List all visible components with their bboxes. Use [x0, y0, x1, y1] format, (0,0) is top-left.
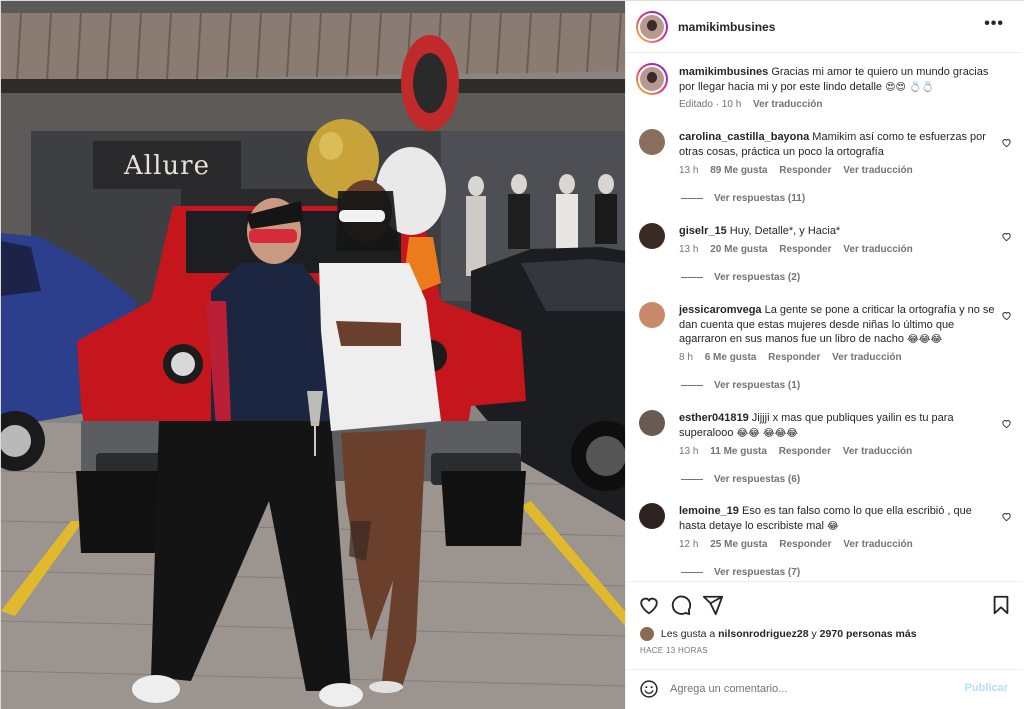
- commenter-avatar[interactable]: [639, 410, 665, 436]
- reply-button[interactable]: Responder: [768, 352, 820, 363]
- replies-line: [681, 384, 703, 386]
- comment-emojis-end: 😂😂😂: [762, 427, 798, 439]
- view-replies-label: Ver respuestas (7): [714, 567, 801, 578]
- reply-button[interactable]: Responder: [779, 165, 831, 176]
- view-replies-button[interactable]: Ver respuestas (6): [681, 474, 800, 485]
- comment-likes[interactable]: 20 Me gusta: [710, 244, 767, 255]
- comment-meta: 13 h 11 Me gusta Responder Ver traducció…: [679, 446, 921, 457]
- view-replies-label: Ver respuestas (6): [714, 474, 801, 485]
- post-photo[interactable]: Allure: [1, 1, 625, 709]
- commenter-avatar[interactable]: [639, 129, 665, 155]
- author-username[interactable]: mamikimbusines: [678, 20, 775, 34]
- replies-line: [681, 197, 703, 199]
- comment-like-icon[interactable]: [1001, 137, 1012, 148]
- likes-others[interactable]: 2970 personas más: [820, 628, 917, 640]
- comments-list[interactable]: mamikimbusines Gracias mi amor te quiero…: [626, 53, 1022, 581]
- likes-prefix: Les gusta a: [660, 627, 716, 640]
- comment-meta: 12 h 25 Me gusta Responder Ver traducció…: [679, 539, 922, 550]
- commenter-username[interactable]: giselr_15: [679, 225, 727, 237]
- comment-time: 13 h: [679, 446, 699, 457]
- comment-emojis: 😂😂😂: [907, 334, 943, 345]
- comment-text: esther041819 Jijjji x mas que publiques …: [679, 411, 995, 441]
- commenter-username[interactable]: lemoine_19: [679, 505, 739, 517]
- translate-link[interactable]: Ver traducción: [843, 539, 912, 550]
- view-replies-button[interactable]: Ver respuestas (2): [681, 272, 800, 283]
- comment-body: Huy, Detalle*, y Hacia*: [729, 225, 841, 237]
- commenter-avatar[interactable]: [639, 503, 665, 529]
- liker-username[interactable]: nilsonrodriguez28: [718, 628, 808, 640]
- caption-edited: Editado · 10 h: [679, 99, 742, 110]
- post-header: mamikimbusines •••: [626, 1, 1022, 53]
- comment-text: giselr_15 Huy, Detalle*, y Hacia*: [679, 224, 995, 239]
- caption-translate-link[interactable]: Ver traducción: [753, 99, 822, 110]
- reply-button[interactable]: Responder: [779, 539, 831, 550]
- comment-likes[interactable]: 89 Me gusta: [710, 165, 767, 176]
- post-actions: Les gusta a nilsonrodriguez28 y 2970 per…: [626, 581, 1022, 669]
- likes-summary[interactable]: Les gusta a nilsonrodriguez28 y 2970 per…: [640, 627, 917, 641]
- replies-line: [681, 478, 703, 480]
- view-replies-button[interactable]: Ver respuestas (11): [681, 193, 805, 204]
- heart-icon[interactable]: [638, 594, 660, 616]
- share-icon[interactable]: [702, 594, 724, 616]
- author-avatar[interactable]: [636, 11, 668, 43]
- comment-meta: 8 h 6 Me gusta Responder Ver traducción: [679, 352, 911, 363]
- comment-likes[interactable]: 6 Me gusta: [705, 352, 757, 363]
- publish-button[interactable]: Publicar: [965, 682, 1008, 694]
- caption-avatar[interactable]: [636, 63, 668, 95]
- add-comment-bar: Publicar: [626, 669, 1022, 709]
- translate-link[interactable]: Ver traducción: [843, 446, 912, 457]
- comment-time: 13 h: [679, 165, 699, 176]
- comment-input[interactable]: [670, 678, 960, 700]
- translate-link[interactable]: Ver traducción: [843, 244, 912, 255]
- view-replies-button[interactable]: Ver respuestas (7): [681, 567, 800, 578]
- post-image: [1, 1, 625, 709]
- commenter-username[interactable]: esther041819: [679, 412, 749, 424]
- likes-connector: y: [811, 627, 817, 640]
- translate-link[interactable]: Ver traducción: [832, 352, 901, 363]
- emoji-icon[interactable]: [639, 679, 659, 699]
- commenter-username[interactable]: carolina_castilla_bayona: [679, 131, 809, 143]
- store-sign-text: Allure: [124, 151, 210, 181]
- view-replies-label: Ver respuestas (2): [714, 272, 801, 283]
- caption-meta: Editado · 10 h Ver traducción: [679, 99, 832, 110]
- view-replies-label: Ver respuestas (1): [714, 380, 801, 391]
- reply-button[interactable]: Responder: [779, 244, 831, 255]
- comment-likes[interactable]: 11 Me gusta: [710, 446, 767, 457]
- comment-text: lemoine_19 Eso es tan falso como lo que …: [679, 504, 995, 534]
- comment-like-icon[interactable]: [1001, 511, 1012, 522]
- comment-meta: 13 h 89 Me gusta Responder Ver traducció…: [679, 165, 922, 176]
- replies-line: [681, 276, 703, 278]
- more-options-icon[interactable]: •••: [984, 16, 1004, 32]
- comment-likes[interactable]: 25 Me gusta: [710, 539, 767, 550]
- comment-time: 12 h: [679, 539, 699, 550]
- post-side-panel: mamikimbusines ••• mamikimbusines Gracia…: [625, 1, 1024, 709]
- commenter-avatar[interactable]: [639, 223, 665, 249]
- replies-line: [681, 571, 703, 573]
- commenter-username[interactable]: jessicaromvega: [679, 304, 762, 316]
- post-time-ago: HACE 13 HORAS: [640, 646, 708, 655]
- comment-time: 13 h: [679, 244, 699, 255]
- caption-username[interactable]: mamikimbusines: [679, 66, 768, 78]
- comment-emojis: 😂: [826, 520, 839, 532]
- comment-meta: 13 h 20 Me gusta Responder Ver traducció…: [679, 244, 922, 255]
- liker-avatar: [640, 627, 654, 641]
- comment-like-icon[interactable]: [1001, 310, 1012, 321]
- comment-text: carolina_castilla_bayona Mamikim así com…: [679, 130, 995, 159]
- comment-time: 8 h: [679, 352, 693, 363]
- instagram-post-modal: Allure mamikimbusines ••• mamikimbusines…: [0, 0, 1024, 709]
- comment-like-icon[interactable]: [1001, 418, 1012, 429]
- comment-text: jessicaromvega La gente se pone a critic…: [679, 303, 995, 348]
- bookmark-icon[interactable]: [990, 594, 1012, 616]
- view-replies-label: Ver respuestas (11): [714, 193, 806, 204]
- view-replies-button[interactable]: Ver respuestas (1): [681, 380, 800, 391]
- reply-button[interactable]: Responder: [779, 446, 831, 457]
- comment-emojis: 😂😂: [736, 427, 760, 439]
- comment-icon[interactable]: [670, 594, 692, 616]
- translate-link[interactable]: Ver traducción: [843, 165, 912, 176]
- comment-like-icon[interactable]: [1001, 231, 1012, 242]
- caption-emojis: 😍😍 💍💍: [885, 81, 935, 93]
- commenter-avatar[interactable]: [639, 302, 665, 328]
- caption-text: mamikimbusines Gracias mi amor te quiero…: [679, 65, 995, 95]
